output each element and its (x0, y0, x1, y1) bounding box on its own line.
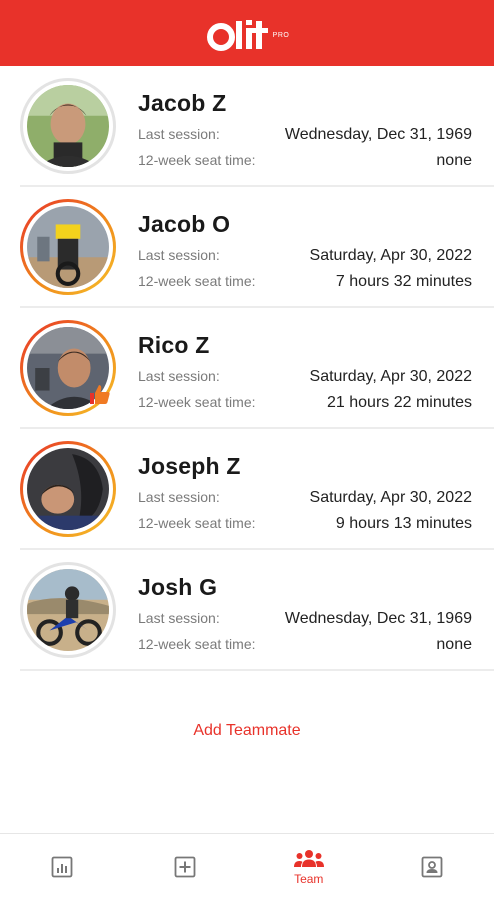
nav-item-team[interactable]: Team (247, 834, 371, 900)
seat-time-value: 9 hours 13 minutes (335, 515, 472, 532)
seat-time-label: 12-week seat time: (138, 394, 256, 410)
seat-time-label: 12-week seat time: (138, 152, 256, 168)
add-session-icon (174, 856, 196, 878)
team-list: Jacob Z Last session: Wednesday, Dec 31,… (0, 66, 494, 671)
avatar (20, 78, 116, 174)
seat-time-value: 7 hours 32 minutes (335, 273, 472, 290)
stats-icon (51, 856, 73, 878)
last-session-label: Last session: (138, 126, 220, 142)
avatar (20, 562, 116, 658)
avatar-photo (27, 448, 109, 530)
last-session-value: Wednesday, Dec 31, 1969 (284, 126, 472, 143)
team-member-row[interactable]: Jacob O Last session: Saturday, Apr 30, … (20, 187, 494, 308)
last-session-value: Saturday, Apr 30, 2022 (309, 489, 472, 506)
bottom-nav: Team (0, 833, 494, 900)
nav-item-add-session[interactable] (124, 834, 248, 900)
last-session-value: Wednesday, Dec 31, 1969 (284, 610, 472, 627)
seat-time-label: 12-week seat time: (138, 273, 256, 289)
seat-time-value: none (436, 636, 472, 653)
team-icon (293, 849, 324, 867)
team-member-row[interactable]: Rico Z Last session: Saturday, Apr 30, 2… (20, 308, 494, 429)
member-name: Rico Z (138, 332, 210, 358)
app-logo: PRO (205, 13, 290, 53)
profile-icon (421, 856, 443, 878)
last-session-label: Last session: (138, 368, 220, 384)
member-name: Jacob Z (138, 90, 227, 116)
last-session-label: Last session: (138, 247, 220, 263)
app-header: PRO (0, 0, 494, 66)
avatar-photo (27, 85, 109, 167)
seat-time-label: 12-week seat time: (138, 515, 256, 531)
team-member-row[interactable]: Josh G Last session: Wednesday, Dec 31, … (20, 550, 494, 671)
logo-mark (206, 20, 268, 51)
add-teammate-button[interactable]: Add Teammate (0, 722, 494, 740)
last-session-label: Last session: (138, 610, 220, 626)
member-name: Jacob O (138, 211, 231, 237)
seat-time-value: 21 hours 22 minutes (327, 394, 472, 411)
team-member-row[interactable]: Joseph Z Last session: Saturday, Apr 30,… (20, 429, 494, 550)
member-name: Josh G (138, 574, 218, 600)
avatar-photo (27, 206, 109, 288)
thumbs-up-icon (88, 382, 112, 406)
seat-time-label: 12-week seat time: (138, 636, 256, 652)
last-session-value: Saturday, Apr 30, 2022 (309, 247, 472, 264)
nav-item-profile[interactable] (371, 834, 494, 900)
last-session-value: Saturday, Apr 30, 2022 (309, 368, 472, 385)
nav-label-team: Team (294, 871, 324, 886)
avatar (20, 199, 116, 295)
seat-time-value: none (436, 152, 472, 169)
avatar (20, 441, 116, 537)
logo-badge: PRO (272, 32, 290, 39)
member-name: Joseph Z (138, 453, 241, 479)
nav-item-stats[interactable] (0, 834, 124, 900)
last-session-label: Last session: (138, 489, 220, 505)
avatar-photo (27, 569, 109, 651)
team-member-row[interactable]: Jacob Z Last session: Wednesday, Dec 31,… (20, 66, 494, 187)
